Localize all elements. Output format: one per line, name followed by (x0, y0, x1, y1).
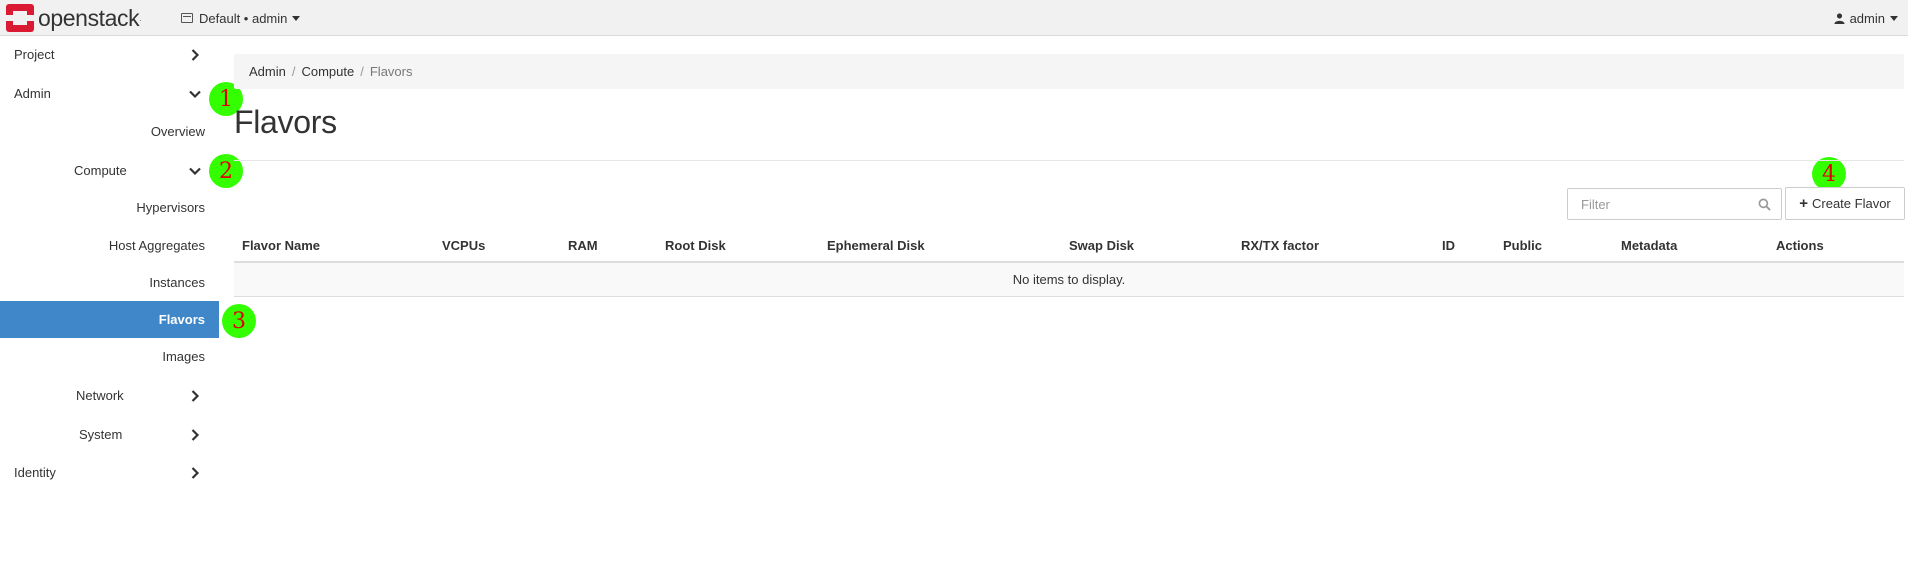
brand-logo-link[interactable]: openstack. (6, 4, 141, 32)
column-header-vcpus[interactable]: VCPUs (442, 230, 485, 261)
annotation-marker-3: 3 (222, 304, 256, 338)
openstack-logo-icon (6, 4, 34, 32)
chevron-right-icon (191, 389, 200, 402)
sidebar-item-host-aggregates[interactable]: Host Aggregates (0, 227, 219, 264)
chevron-right-icon (191, 48, 200, 61)
sidebar-item-label: Instances (149, 275, 205, 290)
search-icon[interactable] (1758, 198, 1771, 211)
column-header-swap-disk[interactable]: Swap Disk (1069, 230, 1134, 261)
sidebar-item-label: Admin (14, 86, 51, 101)
chevron-right-icon (191, 428, 200, 441)
sidebar-item-label: Compute (74, 163, 127, 178)
breadcrumb-separator: / (291, 64, 296, 79)
breadcrumb-current: Flavors (369, 64, 413, 79)
breadcrumb-separator: / (360, 64, 364, 79)
sidebar-item-label: Overview (150, 124, 205, 139)
sidebar-item-label: Network (76, 388, 124, 403)
project-picker-label: Default • admin (199, 10, 288, 26)
project-picker-dropdown[interactable]: Default • admin (181, 0, 301, 36)
chevron-right-icon (191, 466, 200, 479)
sidebar-item-images[interactable]: Images (0, 338, 219, 375)
breadcrumb: Admin / Compute / Flavors (234, 54, 1904, 89)
column-header-public[interactable]: Public (1503, 230, 1542, 261)
column-header-actions: Actions (1776, 238, 1824, 253)
top-navbar: openstack. Default • admin admin (0, 0, 1908, 36)
column-header-ram[interactable]: RAM (568, 230, 598, 261)
sidebar-item-system[interactable]: System (0, 416, 219, 453)
brand-name: openstack (38, 4, 140, 31)
user-icon (1834, 12, 1845, 24)
sidebar-item-label: System (79, 427, 123, 442)
sidebar-item-label: Hypervisors (136, 200, 205, 215)
column-header-flavor-name[interactable]: Flavor Name (242, 230, 320, 261)
title-divider (234, 160, 1904, 161)
annotation-marker-4: 4 (1812, 157, 1846, 191)
column-header-rxtx-factor[interactable]: RX/TX factor (1241, 230, 1319, 261)
breadcrumb-compute-link[interactable]: Compute (301, 64, 354, 79)
sidebar-item-compute[interactable]: Compute (0, 152, 219, 189)
sidebar-item-label: Project (14, 47, 55, 62)
create-flavor-label: Create Flavor (1812, 196, 1891, 211)
filter-input[interactable] (1579, 195, 1749, 213)
column-header-ephemeral-disk[interactable]: Ephemeral Disk (827, 230, 925, 261)
column-header-root-disk[interactable]: Root Disk (665, 230, 726, 261)
sidebar-item-identity[interactable]: Identity (0, 454, 219, 491)
user-menu-dropdown[interactable]: admin (1834, 0, 1898, 36)
table-empty-row: No items to display. (234, 263, 1904, 297)
flavors-table-header: Flavor Name VCPUs RAM Root Disk Ephemera… (234, 230, 1904, 263)
sidebar-item-network[interactable]: Network (0, 377, 219, 414)
create-flavor-button[interactable]: + Create Flavor (1785, 187, 1905, 220)
project-icon (181, 13, 193, 23)
chevron-down-icon (189, 167, 201, 175)
filter-field[interactable] (1567, 188, 1782, 220)
sidebar-item-hypervisors[interactable]: Hypervisors (0, 189, 219, 226)
sidebar-item-project[interactable]: Project (0, 36, 219, 73)
sidebar-item-instances[interactable]: Instances (0, 264, 219, 301)
sidebar-item-label: Images (162, 349, 205, 364)
column-header-metadata[interactable]: Metadata (1621, 230, 1677, 261)
sidebar-item-overview[interactable]: Overview (0, 113, 219, 150)
plus-icon: + (1799, 195, 1808, 212)
sidebar-item-label: Host Aggregates (108, 238, 205, 253)
breadcrumb-admin-link[interactable]: Admin (249, 64, 286, 79)
sidebar-item-admin[interactable]: Admin (0, 75, 219, 112)
brand-trademark: . (139, 13, 142, 23)
page-title: Flavors (234, 104, 337, 140)
caret-down-icon (292, 15, 301, 21)
user-menu-label: admin (1849, 10, 1885, 26)
sidebar-item-label: Flavors (158, 312, 205, 327)
sidebar-item-label: Identity (14, 465, 56, 480)
chevron-down-icon (189, 90, 201, 98)
column-header-id[interactable]: ID (1442, 230, 1455, 261)
caret-down-icon (1890, 15, 1898, 21)
sidebar-item-flavors[interactable]: Flavors (0, 301, 219, 338)
